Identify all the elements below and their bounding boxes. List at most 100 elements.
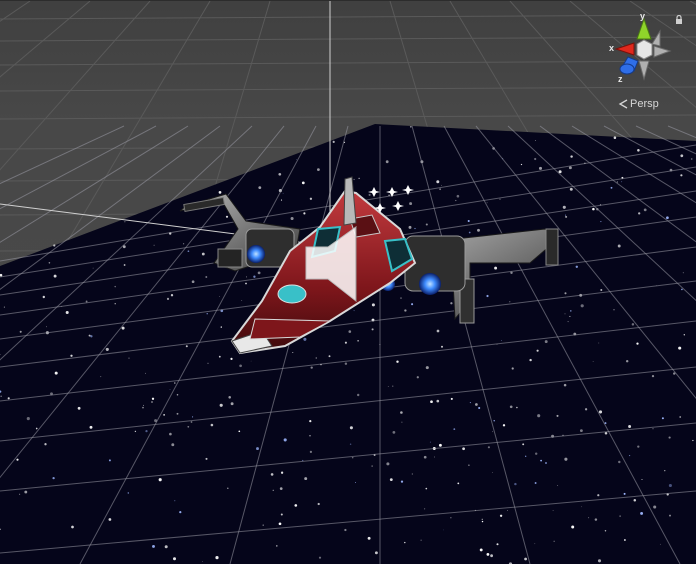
star [310, 451, 312, 453]
star [501, 340, 502, 341]
star [263, 524, 264, 525]
star [109, 518, 112, 521]
star [303, 212, 305, 214]
star [410, 126, 412, 128]
star [401, 480, 403, 482]
gizmo-neg-z-axis-cone[interactable] [652, 31, 660, 46]
star [27, 417, 30, 420]
star [357, 340, 359, 342]
star [653, 428, 654, 429]
orientation-gizmo[interactable]: y x z Persp [604, 9, 690, 113]
grid-line [0, 15, 696, 19]
star [480, 548, 483, 551]
star [46, 326, 47, 327]
star [588, 517, 589, 518]
gizmo-y-axis-cone[interactable] [637, 19, 651, 39]
star [516, 407, 518, 409]
star [151, 401, 153, 403]
star [684, 334, 685, 335]
star [599, 410, 602, 413]
star [276, 545, 278, 547]
star [171, 443, 174, 446]
gizmo-z-label: z [618, 74, 623, 84]
scene-viewport[interactable]: y x z Persp [0, 0, 696, 564]
star [393, 431, 396, 434]
star [534, 158, 536, 160]
star [614, 136, 617, 139]
star [409, 226, 412, 229]
star [220, 404, 223, 407]
star [228, 396, 231, 399]
star [372, 303, 375, 306]
gizmo-neg-x-axis-cone[interactable] [654, 46, 670, 57]
star [570, 310, 572, 312]
star [245, 283, 247, 285]
star [443, 530, 444, 531]
star [386, 160, 389, 163]
star [636, 342, 638, 344]
star [279, 522, 282, 525]
star [292, 352, 293, 353]
star [450, 302, 452, 304]
star [437, 330, 440, 333]
star [563, 206, 566, 209]
star [154, 245, 155, 246]
star [564, 458, 567, 461]
star [681, 289, 683, 291]
star [90, 426, 93, 429]
star [535, 140, 536, 141]
star [499, 199, 500, 200]
star [691, 158, 693, 160]
star [55, 372, 58, 375]
star [128, 492, 129, 493]
star [177, 394, 179, 396]
star [580, 429, 583, 432]
star [678, 347, 681, 350]
scene-canvas[interactable] [0, 1, 696, 564]
right-engine-glow [419, 273, 441, 295]
star [145, 430, 147, 432]
star [412, 473, 413, 474]
star [692, 440, 693, 441]
gizmo-x-axis-cone[interactable] [616, 43, 634, 55]
star [565, 215, 566, 216]
star [522, 443, 524, 445]
star [417, 376, 419, 378]
projection-toggle-button[interactable]: Persp [618, 97, 659, 111]
star [291, 217, 294, 220]
star [165, 545, 168, 548]
star [598, 559, 601, 562]
star [4, 307, 5, 308]
star [557, 485, 558, 486]
star [317, 168, 320, 171]
star [487, 202, 488, 203]
star [426, 366, 429, 369]
star [106, 348, 109, 351]
star [16, 459, 18, 461]
star [468, 464, 470, 466]
star [246, 276, 247, 277]
star [227, 488, 229, 490]
star [251, 361, 252, 362]
star [430, 400, 433, 403]
gizmo-y-label: y [640, 11, 645, 21]
star [390, 478, 393, 481]
star [462, 447, 465, 450]
star [568, 321, 569, 322]
star [669, 484, 672, 487]
star [581, 506, 582, 507]
star [595, 518, 597, 520]
star [638, 212, 640, 214]
star [514, 483, 516, 485]
star [605, 530, 606, 531]
star [345, 362, 347, 364]
gizmo-center-cube[interactable] [637, 40, 652, 59]
star [142, 407, 144, 409]
lock-icon[interactable] [675, 15, 683, 24]
gizmo-neg-y-axis-cone[interactable] [639, 61, 649, 79]
star [109, 459, 111, 461]
star [585, 408, 587, 410]
star [404, 542, 405, 543]
star [618, 245, 621, 248]
star [664, 470, 665, 471]
